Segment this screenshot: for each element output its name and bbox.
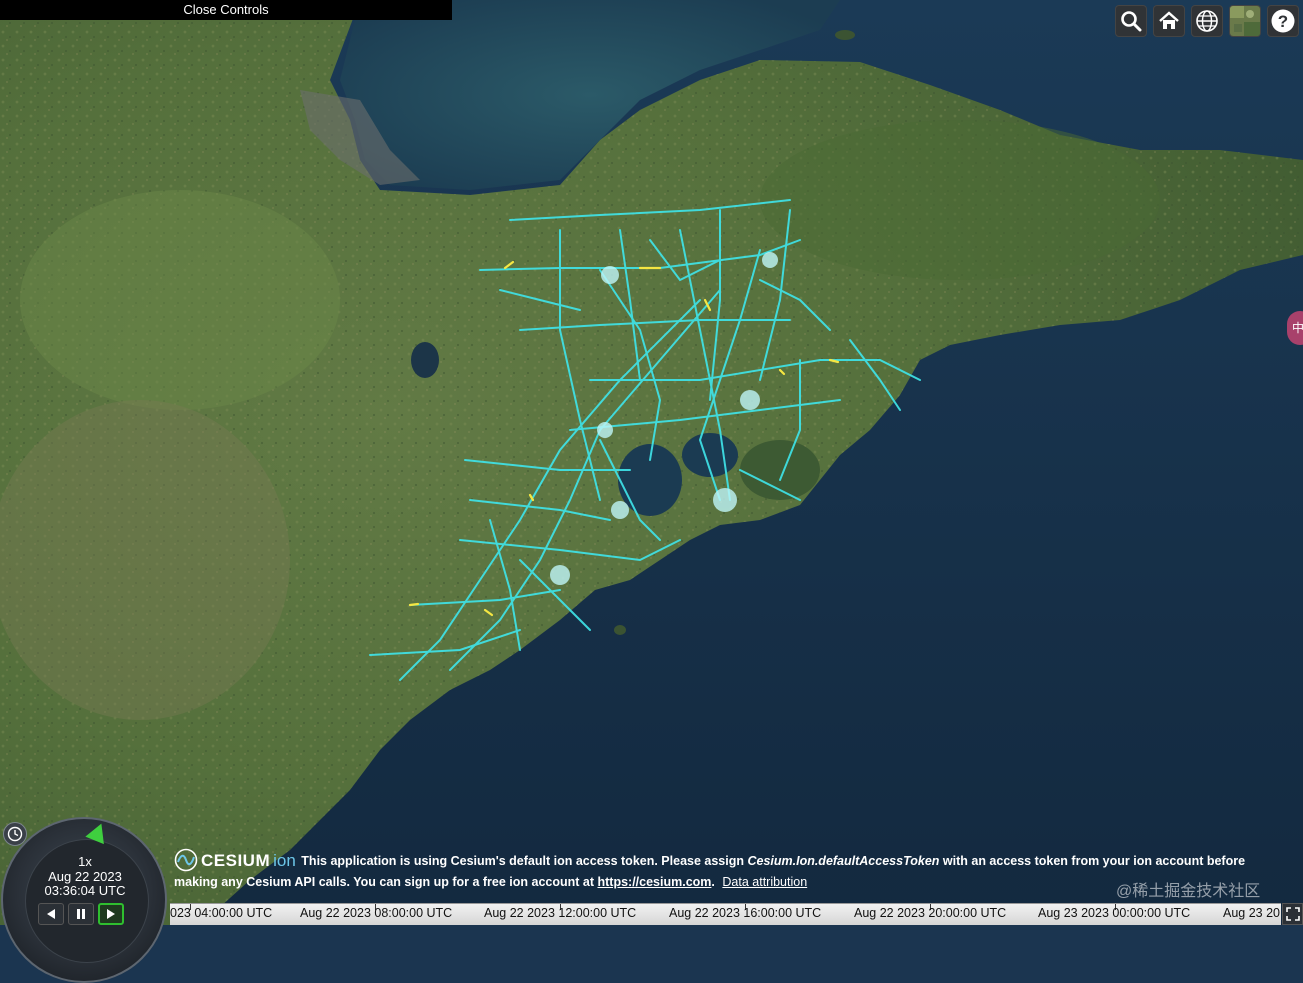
link-suffix: . [711,875,715,889]
timeline-bar[interactable]: 023 04:00:00 UTC Aug 22 2023 08:00:00 UT… [170,903,1281,925]
fullscreen-icon [1285,907,1300,921]
timeline-label: Aug 22 2023 12:00:00 UTC [484,906,637,920]
credits-container: CESIUM ion This application is using Ces… [174,848,1274,893]
island [614,625,626,635]
data-attribution-link[interactable]: Data attribution [722,875,807,889]
close-controls-button[interactable]: Close Controls [0,0,452,20]
timeline-label: Aug 23 2023 00:00:00 UTC [1038,906,1191,920]
play-reverse-button[interactable] [38,903,64,925]
pause-button[interactable] [68,903,94,925]
token-code-text: Cesium.Ion.defaultAccessToken [747,854,940,868]
play-forward-button[interactable] [98,903,124,925]
timeline-label: 023 04:00:00 UTC [170,906,273,920]
home-icon [1159,11,1179,29]
peninsula-forest [760,120,1160,280]
animation-widget: 1x Aug 22 2023 03:36:04 UTC [0,817,170,983]
question-icon: ? [1271,9,1295,33]
watermark-text: @稀土掘金技术社区 [1116,883,1261,900]
imagery-thumbnail-icon [1230,6,1260,36]
clock-icon [7,826,23,842]
logo-wordmark: CESIUM [201,850,271,870]
timeline-label: Aug 22 2023 08:00:00 UTC [300,906,453,920]
search-icon [1121,11,1142,32]
farmland-region [20,190,340,410]
search-button[interactable] [1115,5,1147,37]
fullscreen-button[interactable] [1282,903,1303,925]
island [835,30,855,40]
animation-dial[interactable] [1,817,167,983]
globe-map-view[interactable] [0,0,1303,925]
animation-speed: 1x [78,854,92,869]
globe-icon [1196,10,1218,32]
animation-date: Aug 22 2023 [48,869,122,884]
logo-ion-text: ion [273,850,296,870]
play-reverse-icon [47,909,55,919]
help-button[interactable]: ? [1267,5,1299,37]
pause-icon [77,909,85,919]
cesium-toolbar: ? [1115,5,1299,37]
scene-mode-button[interactable] [1191,5,1223,37]
cesium-link[interactable]: https://cesium.com [598,875,712,889]
timeline-label: Aug 23 20 [1223,906,1280,920]
token-warning-text: This application is using Cesium's defau… [301,854,748,868]
svg-text:?: ? [1278,12,1288,31]
timeline-label: Aug 22 2023 20:00:00 UTC [854,906,1007,920]
play-forward-icon [107,909,115,919]
home-button[interactable] [1153,5,1185,37]
cesium-ion-logo[interactable]: CESIUM ion [174,848,296,872]
cesium-logo-icon [174,848,198,872]
base-layer-picker-button[interactable] [1229,5,1261,37]
hills-region [0,400,290,720]
realtime-clock-button[interactable] [3,822,27,846]
animation-time: 03:36:04 UTC [44,883,126,898]
side-widget-tab[interactable]: 中 [1287,311,1303,345]
cesium-viewer[interactable] [0,0,1303,925]
animation-controls [38,903,124,925]
lake [411,342,439,378]
timeline-label: Aug 22 2023 16:00:00 UTC [669,906,822,920]
